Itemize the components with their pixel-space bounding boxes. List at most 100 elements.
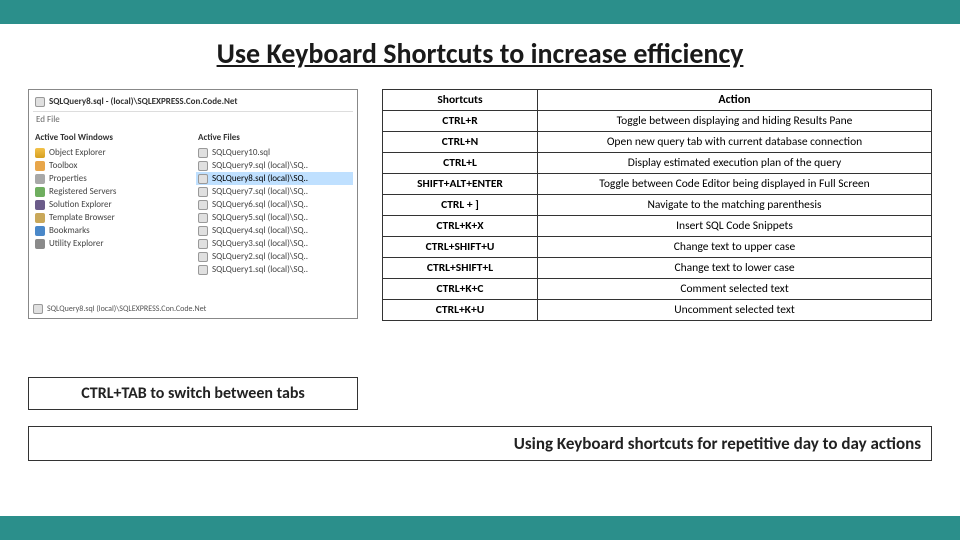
caption-text: CTRL+TAB to switch between tabs: [81, 384, 305, 403]
table-row: CTRL+RToggle between displaying and hidi…: [383, 111, 932, 132]
file-label: SQLQuery1.sql (local)\SQ..: [212, 264, 308, 275]
tool-window-item: Toolbox: [33, 159, 190, 172]
document-icon: [198, 239, 208, 249]
file-label: SQLQuery8.sql (local)\SQ..: [212, 173, 308, 184]
document-icon: [198, 226, 208, 236]
active-file-item: SQLQuery7.sql (local)\SQ..: [196, 185, 353, 198]
document-icon: [198, 213, 208, 223]
cell-action: Comment selected text: [538, 279, 932, 300]
file-label: SQLQuery9.sql (local)\SQ..: [212, 160, 308, 171]
cell-action: Open new query tab with current database…: [538, 132, 932, 153]
cell-shortcut: CTRL + ]: [383, 195, 538, 216]
tool-window-item: Properties: [33, 172, 190, 185]
active-file-item: SQLQuery10.sql: [196, 146, 353, 159]
cell-shortcut: CTRL+R: [383, 111, 538, 132]
tool-window-label: Bookmarks: [49, 225, 90, 236]
file-label: SQLQuery5.sql (local)\SQ..: [212, 212, 308, 223]
document-icon: [198, 148, 208, 158]
left-column: SQLQuery8.sql - (local)\SQLEXPRESS.Con.C…: [28, 89, 358, 410]
tool-window-item: Utility Explorer: [33, 237, 190, 250]
screenshot-status-bar: SQLQuery8.sql (local)\SQLEXPRESS.Con.Cod…: [33, 304, 206, 314]
document-icon: [198, 161, 208, 171]
tool-window-item: Bookmarks: [33, 224, 190, 237]
tab-title-text: SQLQuery8.sql - (local)\SQLEXPRESS.Con.C…: [49, 96, 238, 107]
document-icon: [198, 174, 208, 184]
tool-window-label: Solution Explorer: [49, 199, 112, 210]
cell-shortcut: CTRL+SHIFT+U: [383, 237, 538, 258]
cell-shortcut: CTRL+SHIFT+L: [383, 258, 538, 279]
cell-action: Insert SQL Code Snippets: [538, 216, 932, 237]
tool-window-item: Solution Explorer: [33, 198, 190, 211]
footer-accent-bar: [0, 516, 960, 540]
document-icon: [198, 187, 208, 197]
active-file-item: SQLQuery9.sql (local)\SQ..: [196, 159, 353, 172]
document-icon: [35, 97, 45, 107]
tool-window-label: Object Explorer: [49, 147, 106, 158]
switcher-screenshot: SQLQuery8.sql - (local)\SQLEXPRESS.Con.C…: [28, 89, 358, 319]
file-label: SQLQuery2.sql (local)\SQ..: [212, 251, 308, 262]
cell-action: Change text to lower case: [538, 258, 932, 279]
header-shortcut: Shortcuts: [383, 90, 538, 111]
table-row: CTRL+NOpen new query tab with current da…: [383, 132, 932, 153]
db-icon: [35, 148, 45, 158]
active-file-item: SQLQuery1.sql (local)\SQ..: [196, 263, 353, 276]
page-title: Use Keyboard Shortcuts to increase effic…: [0, 36, 960, 71]
cell-shortcut: CTRL+K+C: [383, 279, 538, 300]
document-icon: [198, 252, 208, 262]
table-row: CTRL+K+XInsert SQL Code Snippets: [383, 216, 932, 237]
util-icon: [35, 239, 45, 249]
header-accent-bar: [0, 0, 960, 24]
table-row: CTRL+SHIFT+LChange text to lower case: [383, 258, 932, 279]
cell-shortcut: SHIFT+ALT+ENTER: [383, 174, 538, 195]
right-column: Shortcuts Action CTRL+RToggle between di…: [382, 89, 932, 321]
screenshot-body: Active Tool Windows Object Explorer Toolb…: [33, 131, 353, 276]
table-row: CTRL+K+UUncomment selected text: [383, 300, 932, 321]
active-files-column: Active Files SQLQuery10.sql SQLQuery9.sql…: [196, 131, 353, 276]
cell-action: Change text to upper case: [538, 237, 932, 258]
tool-window-label: Properties: [49, 173, 87, 184]
cell-shortcut: CTRL+K+U: [383, 300, 538, 321]
tool-windows-header: Active Tool Windows: [33, 131, 190, 146]
document-icon: [198, 200, 208, 210]
header-action: Action: [538, 90, 932, 111]
document-icon: [33, 304, 43, 314]
tool-window-item: Object Explorer: [33, 146, 190, 159]
tool-window-label: Registered Servers: [49, 186, 116, 197]
active-file-item: SQLQuery2.sql (local)\SQ..: [196, 250, 353, 263]
document-icon: [198, 265, 208, 275]
cell-action: Toggle between Code Editor being display…: [538, 174, 932, 195]
tool-window-label: Utility Explorer: [49, 238, 104, 249]
tool-windows-column: Active Tool Windows Object Explorer Toolb…: [33, 131, 190, 276]
footnote-box: Using Keyboard shortcuts for repetitive …: [28, 426, 932, 461]
active-file-item: SQLQuery3.sql (local)\SQ..: [196, 237, 353, 250]
active-file-item: SQLQuery6.sql (local)\SQ..: [196, 198, 353, 211]
tool-window-label: Toolbox: [49, 160, 77, 171]
status-text: SQLQuery8.sql (local)\SQLEXPRESS.Con.Cod…: [47, 304, 206, 314]
file-label: SQLQuery10.sql: [212, 147, 270, 158]
content-area: SQLQuery8.sql - (local)\SQLEXPRESS.Con.C…: [0, 89, 960, 410]
file-label: SQLQuery3.sql (local)\SQ..: [212, 238, 308, 249]
table-row: CTRL+K+CComment selected text: [383, 279, 932, 300]
active-files-header: Active Files: [196, 131, 353, 146]
caption-box: CTRL+TAB to switch between tabs: [28, 377, 358, 410]
cell-action: Display estimated execution plan of the …: [538, 153, 932, 174]
cell-shortcut: CTRL+K+X: [383, 216, 538, 237]
tool-window-item: Registered Servers: [33, 185, 190, 198]
file-label: SQLQuery6.sql (local)\SQ..: [212, 199, 308, 210]
table-row: CTRL + ]Navigate to the matching parenth…: [383, 195, 932, 216]
tool-icon: [35, 161, 45, 171]
tmpl-icon: [35, 213, 45, 223]
file-label: SQLQuery7.sql (local)\SQ..: [212, 186, 308, 197]
cell-shortcut: CTRL+N: [383, 132, 538, 153]
sol-icon: [35, 200, 45, 210]
cell-shortcut: CTRL+L: [383, 153, 538, 174]
tool-window-item: Template Browser: [33, 211, 190, 224]
active-file-item: SQLQuery8.sql (local)\SQ..: [196, 172, 353, 185]
table-row: SHIFT+ALT+ENTERToggle between Code Edito…: [383, 174, 932, 195]
screenshot-tab-title: SQLQuery8.sql - (local)\SQLEXPRESS.Con.C…: [33, 94, 353, 112]
cell-action: Navigate to the matching parenthesis: [538, 195, 932, 216]
book-icon: [35, 226, 45, 236]
cell-action: Uncomment selected text: [538, 300, 932, 321]
table-row: CTRL+LDisplay estimated execution plan o…: [383, 153, 932, 174]
file-label: SQLQuery4.sql (local)\SQ..: [212, 225, 308, 236]
